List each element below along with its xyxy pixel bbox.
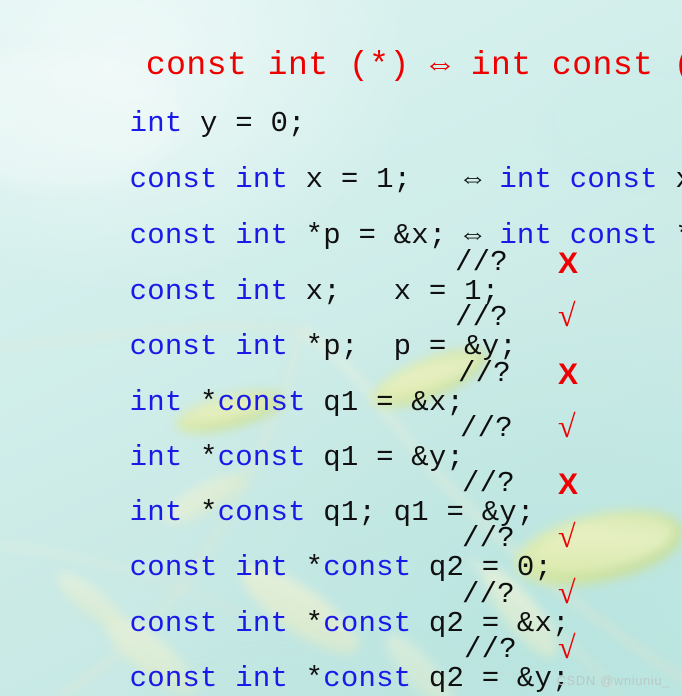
code-lines-layer: const int (*) ⇔ int const (*) int y = 0;… (0, 0, 682, 696)
result-mark-invalid: X (558, 468, 579, 501)
slide-canvas: const int (*) ⇔ int const (*) int y = 0;… (0, 0, 682, 696)
result-mark-invalid: X (558, 247, 579, 280)
pointer-star: * (288, 662, 324, 695)
title-left-expression: const int (*) (145, 47, 410, 84)
watermark-text: CSDN @wniuniu_ (556, 673, 670, 688)
code-text: q2 = &y; (411, 662, 570, 695)
comment-marker: //? (462, 522, 515, 555)
result-mark-valid: √ (558, 408, 576, 444)
keyword-const-int: const int (129, 662, 289, 695)
code-text-2: *p = &x; (658, 219, 682, 252)
comment-marker: //? (458, 357, 511, 390)
result-mark-valid: √ (558, 629, 576, 665)
comment-marker: //? (462, 578, 515, 611)
comment-marker: //? (455, 301, 508, 334)
comment-marker: //? (460, 412, 513, 445)
result-mark-valid: √ (558, 574, 576, 610)
keyword-int-const: int const (499, 219, 658, 252)
result-mark-valid: √ (558, 518, 576, 554)
keyword-const: const (323, 662, 412, 695)
result-mark-valid: √ (558, 297, 576, 333)
comment-marker: //? (462, 467, 515, 500)
equivalence-arrow-icon: ⇔ (430, 47, 451, 84)
title-spacer-2 (450, 47, 470, 84)
title-right-expression: int const (*) (470, 47, 682, 84)
comment-marker: //? (464, 633, 517, 666)
comment-marker: //? (455, 246, 508, 279)
title-spacer (410, 47, 430, 84)
result-mark-invalid: X (558, 358, 579, 391)
